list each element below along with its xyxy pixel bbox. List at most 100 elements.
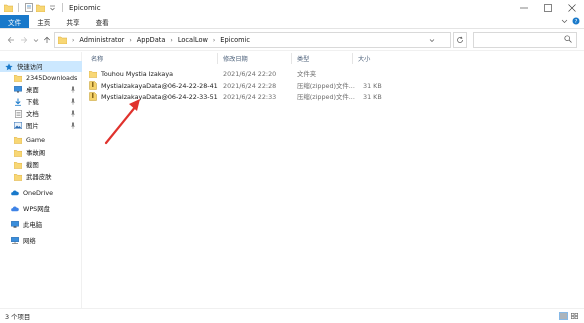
sidebar-item-label: Game bbox=[26, 135, 46, 144]
chevron-right-icon: › bbox=[170, 36, 173, 44]
status-bar: 3 个项目 bbox=[0, 308, 584, 323]
search-input[interactable] bbox=[473, 32, 577, 48]
cloud-icon bbox=[11, 189, 19, 197]
chevron-right-icon: › bbox=[129, 36, 132, 44]
window-controls bbox=[512, 0, 584, 15]
pin-icon[interactable] bbox=[70, 98, 76, 105]
chevron-right-icon: › bbox=[72, 36, 75, 44]
view-switcher bbox=[559, 312, 579, 320]
column-divider[interactable] bbox=[352, 53, 353, 64]
sidebar-item-network[interactable]: 网络 bbox=[0, 235, 82, 246]
quick-access-toolbar bbox=[0, 0, 65, 15]
maximize-button[interactable] bbox=[536, 0, 560, 15]
up-button[interactable] bbox=[42, 34, 52, 46]
file-size: 31 KB bbox=[363, 81, 382, 90]
customize-toolbar-icon[interactable] bbox=[48, 3, 57, 12]
column-divider[interactable] bbox=[217, 53, 218, 64]
tab-home[interactable]: 主页 bbox=[29, 15, 58, 28]
folder-icon bbox=[4, 3, 13, 12]
sidebar-item-weapon-skins[interactable]: 武器皮肤 bbox=[0, 171, 82, 182]
tab-share[interactable]: 共享 bbox=[58, 15, 87, 28]
details-view-button[interactable] bbox=[559, 312, 568, 320]
recent-locations-button[interactable] bbox=[31, 34, 41, 46]
sidebar-item-wps-cloud[interactable]: WPS网盘 bbox=[0, 203, 82, 214]
pin-icon[interactable] bbox=[70, 122, 76, 129]
pin-icon[interactable] bbox=[70, 86, 76, 93]
sidebar-item-screenshots[interactable]: 截图 bbox=[0, 159, 82, 170]
sidebar-item-shiguge[interactable]: 事故阁 bbox=[0, 147, 82, 158]
pin-icon[interactable] bbox=[70, 110, 76, 117]
sidebar-item-pictures[interactable]: 图片 bbox=[0, 120, 82, 131]
folder-icon bbox=[14, 74, 22, 82]
sidebar-item-label: 武器皮肤 bbox=[26, 173, 52, 181]
file-row[interactable]: Touhou Mystia Izakaya 2021/6/24 22:20 文件… bbox=[87, 68, 377, 79]
back-button[interactable] bbox=[6, 34, 16, 46]
title-bar: Epicomic bbox=[0, 0, 584, 15]
item-count: 3 个项目 bbox=[5, 312, 31, 321]
column-header-modified[interactable]: 修改日期 bbox=[223, 53, 248, 64]
breadcrumb-appdata[interactable]: AppData bbox=[137, 36, 166, 44]
folder-icon bbox=[14, 136, 22, 144]
file-row[interactable]: MystiaIzakayaData@06-24-22-28-41 2021/6/… bbox=[87, 80, 382, 91]
sidebar-item-label: 下载 bbox=[26, 98, 39, 106]
document-icon bbox=[14, 109, 22, 118]
sidebar-item-label: 2345Downloads bbox=[26, 73, 78, 82]
sidebar-item-this-pc[interactable]: 此电脑 bbox=[0, 219, 82, 230]
file-name-cell: MystiaIzakayaData@06-24-22-33-51 bbox=[89, 91, 218, 102]
column-header-type[interactable]: 类型 bbox=[297, 53, 309, 64]
ribbon-tabs: 文件 主页 共享 查看 ? bbox=[0, 15, 584, 29]
large-icons-view-button[interactable] bbox=[570, 312, 579, 320]
folder-icon bbox=[14, 161, 22, 169]
sidebar-item-quick-access[interactable]: 快速访问 bbox=[0, 61, 82, 72]
sidebar-item-desktop[interactable]: 桌面 bbox=[0, 84, 82, 95]
expand-ribbon-icon[interactable] bbox=[561, 18, 568, 26]
toolbar-divider bbox=[62, 3, 63, 12]
new-folder-icon[interactable] bbox=[36, 3, 45, 12]
breadcrumb-administrator[interactable]: Administrator bbox=[79, 36, 124, 44]
wps-cloud-icon bbox=[11, 205, 19, 213]
close-button[interactable] bbox=[560, 0, 584, 15]
sidebar-item-label: 文档 bbox=[26, 110, 39, 118]
sidebar-item-label: 此电脑 bbox=[23, 221, 43, 229]
location-folder-icon bbox=[58, 36, 67, 44]
sidebar-item-downloads[interactable]: 下载 bbox=[0, 96, 82, 107]
sidebar-item-2345downloads[interactable]: 2345Downloads bbox=[0, 72, 82, 83]
breadcrumb-locallow[interactable]: LocalLow bbox=[178, 36, 208, 44]
address-field[interactable]: › Administrator › AppData › LocalLow › E… bbox=[54, 32, 451, 48]
address-toolbar: › Administrator › AppData › LocalLow › E… bbox=[0, 29, 584, 51]
zip-file-icon bbox=[89, 92, 97, 101]
zip-file-icon bbox=[89, 81, 97, 90]
properties-icon[interactable] bbox=[24, 3, 33, 12]
file-name-cell: MystiaIzakayaData@06-24-22-28-41 bbox=[89, 80, 218, 91]
computer-icon bbox=[11, 221, 19, 229]
tab-view[interactable]: 查看 bbox=[88, 15, 117, 28]
toolbar-divider bbox=[18, 3, 19, 12]
column-header-name[interactable]: 名称 bbox=[91, 53, 103, 64]
sidebar-item-game[interactable]: Game bbox=[0, 134, 82, 145]
column-header-size[interactable]: 大小 bbox=[358, 53, 370, 64]
sidebar-item-label: WPS网盘 bbox=[23, 205, 51, 213]
sidebar-item-onedrive[interactable]: OneDrive bbox=[0, 187, 82, 198]
refresh-button[interactable] bbox=[453, 32, 467, 48]
sidebar-item-label: 桌面 bbox=[26, 86, 39, 94]
file-row[interactable]: MystiaIzakayaData@06-24-22-33-51 2021/6/… bbox=[87, 91, 382, 102]
forward-button[interactable] bbox=[19, 34, 29, 46]
sidebar-item-label: OneDrive bbox=[23, 188, 54, 197]
minimize-button[interactable] bbox=[512, 0, 536, 15]
sidebar-item-label: 图片 bbox=[26, 122, 39, 130]
column-divider[interactable] bbox=[291, 53, 292, 64]
help-icon[interactable]: ? bbox=[572, 17, 580, 27]
chevron-right-icon: › bbox=[212, 36, 216, 44]
breadcrumb-epicomic[interactable]: Epicomic bbox=[220, 36, 250, 44]
file-type: 压缩(zipped)文件... bbox=[297, 93, 355, 101]
folder-icon bbox=[14, 173, 22, 181]
file-name: MystiaIzakayaData@06-24-22-28-41 bbox=[101, 81, 218, 90]
tab-file[interactable]: 文件 bbox=[0, 15, 30, 28]
sidebar-item-label: 网络 bbox=[23, 237, 36, 245]
address-dropdown-button[interactable] bbox=[428, 36, 436, 45]
sidebar-item-documents[interactable]: 文档 bbox=[0, 108, 82, 119]
window-title: Epicomic bbox=[69, 3, 101, 12]
file-modified: 2021/6/24 22:20 bbox=[223, 69, 277, 78]
file-modified: 2021/6/24 22:28 bbox=[223, 81, 277, 90]
sidebar-item-label: 快速访问 bbox=[17, 63, 43, 71]
